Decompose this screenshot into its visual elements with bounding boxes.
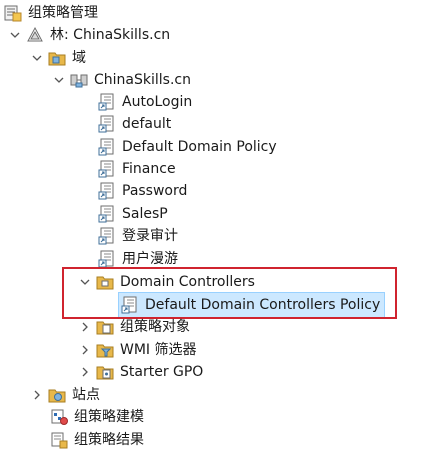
tree-node-gpo-link[interactable]: SalesP bbox=[98, 203, 168, 225]
chevron-down-icon[interactable] bbox=[78, 271, 92, 293]
tree-node-gpo-link[interactable]: Default Domain Policy bbox=[98, 136, 277, 158]
tree-node-modeling[interactable]: 组策略建模 bbox=[50, 406, 144, 428]
forest-icon bbox=[26, 26, 44, 44]
tree-node-gpo-link[interactable]: 登录审计 bbox=[98, 225, 178, 247]
tree-node-label: ChinaSkills.cn bbox=[94, 72, 191, 88]
tree-node-label: 组策略管理 bbox=[28, 5, 98, 21]
tree-node-label: Starter GPO bbox=[120, 364, 204, 380]
tree-node-label: Domain Controllers bbox=[120, 274, 255, 290]
tree-node-domain-controllers[interactable]: Domain Controllers bbox=[78, 271, 255, 293]
gpo-folder-icon bbox=[96, 318, 114, 336]
chevron-right-icon[interactable] bbox=[78, 339, 92, 361]
tree-node-gpo-link[interactable]: default bbox=[98, 113, 171, 135]
tree-node-gpo-link[interactable]: Password bbox=[98, 180, 187, 202]
domains-folder-icon bbox=[48, 49, 66, 67]
tree-node-label: 站点 bbox=[72, 387, 100, 403]
gpo-link-icon bbox=[98, 93, 116, 111]
results-icon bbox=[50, 431, 68, 449]
tree-node-label: 林: ChinaSkills.cn bbox=[50, 27, 171, 43]
tree-node-label: 用户漫游 bbox=[122, 251, 178, 267]
wmi-folder-icon bbox=[96, 341, 114, 359]
chevron-down-icon[interactable] bbox=[30, 47, 44, 69]
tree-node-label: 域 bbox=[72, 50, 86, 66]
tree-node-gpo-link[interactable]: 用户漫游 bbox=[98, 248, 178, 270]
chevron-right-icon[interactable] bbox=[78, 316, 92, 338]
tree-node-label: 登录审计 bbox=[122, 228, 178, 244]
chevron-right-icon[interactable] bbox=[78, 361, 92, 383]
gpo-link-icon bbox=[98, 138, 116, 156]
gpo-link-icon bbox=[98, 160, 116, 178]
tree-node-gpo-link[interactable]: AutoLogin bbox=[98, 91, 192, 113]
tree-node-label: Default Domain Policy bbox=[122, 139, 277, 155]
tree-node-gpo-link[interactable]: Finance bbox=[98, 158, 176, 180]
tree-node-forest[interactable]: 林: ChinaSkills.cn bbox=[8, 24, 170, 46]
tree-node-label: 组策略建模 bbox=[74, 409, 144, 425]
tree-node-starter-gpo[interactable]: Starter GPO bbox=[78, 361, 203, 383]
chevron-right-icon[interactable] bbox=[30, 384, 44, 406]
gpmc-root-icon bbox=[4, 4, 22, 22]
tree-node-label: Password bbox=[122, 183, 188, 199]
tree-node-sites[interactable]: 站点 bbox=[30, 384, 100, 406]
domain-icon bbox=[70, 71, 88, 89]
tree-node-label: default bbox=[122, 116, 172, 132]
gpo-link-icon bbox=[98, 227, 116, 245]
tree-node-label: 组策略结果 bbox=[74, 432, 144, 448]
tree-node-label: SalesP bbox=[122, 206, 168, 222]
tree-node-label: Finance bbox=[122, 161, 176, 177]
tree-node-domain[interactable]: ChinaSkills.cn bbox=[52, 69, 191, 91]
gpo-link-icon bbox=[98, 115, 116, 133]
chevron-down-icon[interactable] bbox=[8, 24, 22, 46]
starter-gpo-folder-icon bbox=[96, 363, 114, 381]
tree-node-gpmc-root[interactable]: 组策略管理 bbox=[4, 2, 98, 24]
tree-node-dc-policy[interactable]: Default Domain Controllers Policy bbox=[118, 292, 386, 318]
tree-node-label: AutoLogin bbox=[122, 94, 193, 110]
gpo-link-icon bbox=[98, 205, 116, 223]
gpo-link-icon bbox=[121, 296, 139, 314]
tree-node-results[interactable]: 组策略结果 bbox=[50, 429, 144, 451]
tree-node-domains[interactable]: 域 bbox=[30, 47, 86, 69]
gpo-link-icon bbox=[98, 182, 116, 200]
tree-node-label: Default Domain Controllers Policy bbox=[145, 297, 381, 313]
tree-node-gpo-objects[interactable]: 组策略对象 bbox=[78, 316, 190, 338]
modeling-icon bbox=[50, 408, 68, 426]
tree-node-label: WMI 筛选器 bbox=[120, 342, 197, 358]
chevron-down-icon[interactable] bbox=[52, 69, 66, 91]
sites-icon bbox=[48, 386, 66, 404]
tree-node-label: 组策略对象 bbox=[120, 319, 190, 335]
tree-node-wmi-filters[interactable]: WMI 筛选器 bbox=[78, 339, 197, 361]
ou-folder-icon bbox=[96, 273, 114, 291]
gpo-link-icon bbox=[98, 250, 116, 268]
